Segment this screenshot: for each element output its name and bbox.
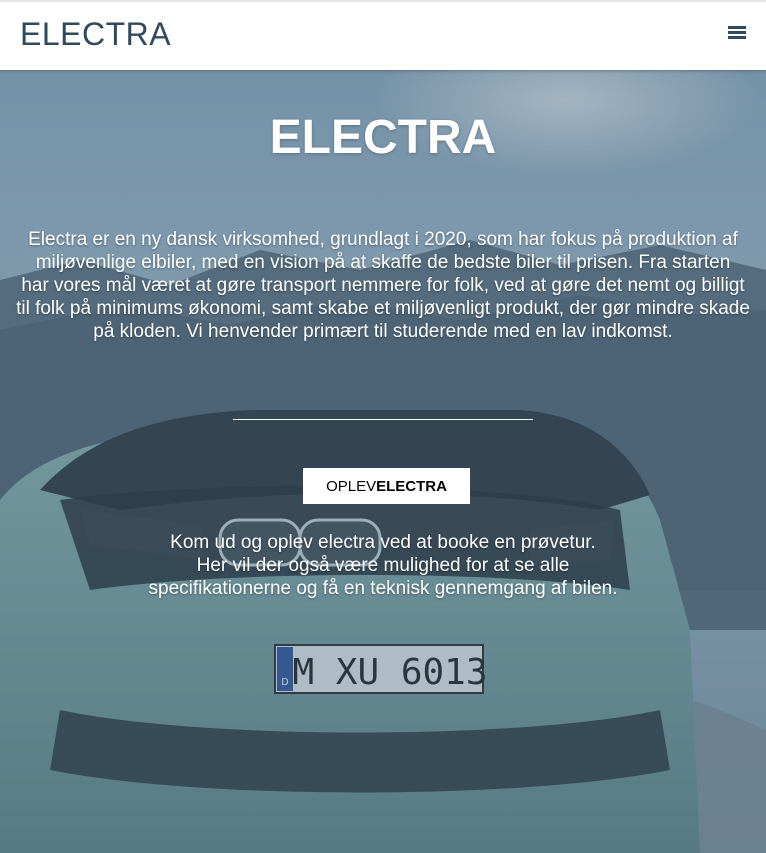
hero-divider [233,419,533,420]
intro-line-3: har vores mål været at gøre transport ne… [16,275,750,342]
booking-line-3: specifikationerne og få en teknisk genne… [148,578,618,599]
booking-paragraph: Kom ud og oplev electra ved at booke en … [60,531,706,600]
booking-line-2: Her vil der også være mulighed for at se… [196,555,570,576]
cta-prefix: OPLEV [326,477,377,495]
oplev-electra-button[interactable]: OPLEVELECTRA [303,468,470,504]
hero-section: D M XU 6013 ELECTRA Electra er en ny dan… [0,70,766,853]
hamburger-menu-icon[interactable] [728,26,746,40]
hero-content: ELECTRA Electra er en ny dansk virksomhe… [0,70,766,853]
hero-title: ELECTRA [269,111,497,164]
brand-logo-text[interactable]: ELECTRA [20,16,171,53]
intro-line-1: Electra er en ny dansk virksomhed, grund… [28,229,738,250]
navbar: ELECTRA [0,0,766,70]
intro-line-2: miljøvenlige elbiler, med en vision på a… [35,252,731,273]
booking-line-1: Kom ud og oplev electra ved at booke en … [170,532,596,553]
cta-bold: ELECTRA [376,477,447,495]
intro-paragraph: Electra er en ny dansk virksomhed, grund… [14,228,752,343]
